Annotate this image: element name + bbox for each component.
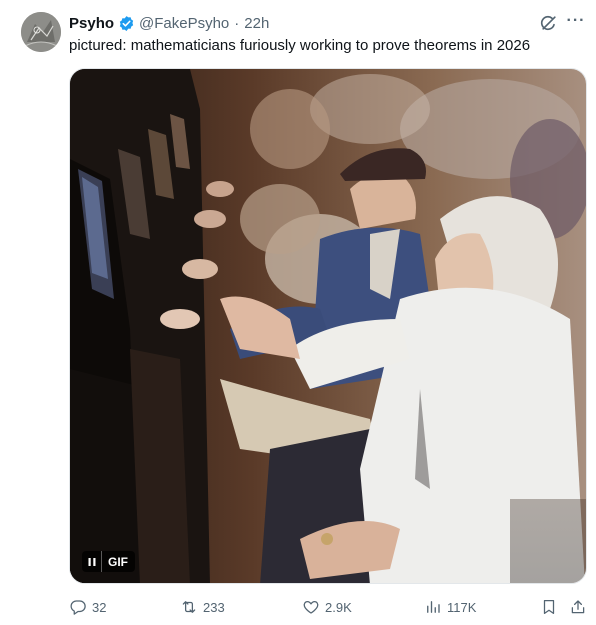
bookmark-button[interactable]	[540, 596, 558, 618]
retweet-button[interactable]: 233	[180, 596, 225, 618]
pause-icon[interactable]	[82, 551, 102, 572]
bookmark-icon	[543, 599, 555, 615]
timestamp[interactable]: 22h	[244, 15, 269, 32]
reply-icon	[70, 600, 86, 615]
slot-machine-players-scene	[70, 69, 586, 583]
tweet-card[interactable]: Psyho @FakePsyho · 22h ··· pictured: mat…	[0, 0, 596, 625]
tweet-text: pictured: mathematicians furiously worki…	[69, 37, 531, 54]
tweet-media[interactable]: GIF	[69, 68, 587, 584]
sketch-avatar-icon	[21, 12, 61, 52]
retweet-count: 233	[203, 599, 225, 615]
display-name[interactable]: Psyho	[69, 15, 114, 32]
separator-dot: ·	[234, 14, 240, 32]
user-handle[interactable]: @FakePsyho	[139, 15, 229, 32]
verified-badge-icon[interactable]	[118, 15, 135, 32]
like-button[interactable]: 2.9K	[302, 596, 352, 618]
share-button[interactable]	[569, 596, 587, 618]
like-count: 2.9K	[325, 599, 352, 615]
view-count: 117K	[447, 599, 477, 615]
views-chart-icon	[427, 601, 440, 613]
share-icon	[571, 600, 585, 614]
retweet-icon	[182, 601, 196, 613]
grok-icon[interactable]	[539, 13, 559, 33]
avatar[interactable]	[21, 12, 61, 52]
action-bar: 32 233 2.9K 117K	[69, 596, 587, 618]
heart-icon	[303, 600, 319, 614]
reply-button[interactable]: 32	[69, 596, 106, 618]
reply-count: 32	[92, 599, 107, 615]
gif-badge[interactable]: GIF	[82, 551, 135, 572]
gif-label: GIF	[108, 554, 128, 569]
views-button[interactable]: 117K	[424, 596, 476, 618]
more-options-icon[interactable]: ···	[566, 11, 586, 31]
tweet-header: Psyho @FakePsyho · 22h	[69, 14, 269, 32]
